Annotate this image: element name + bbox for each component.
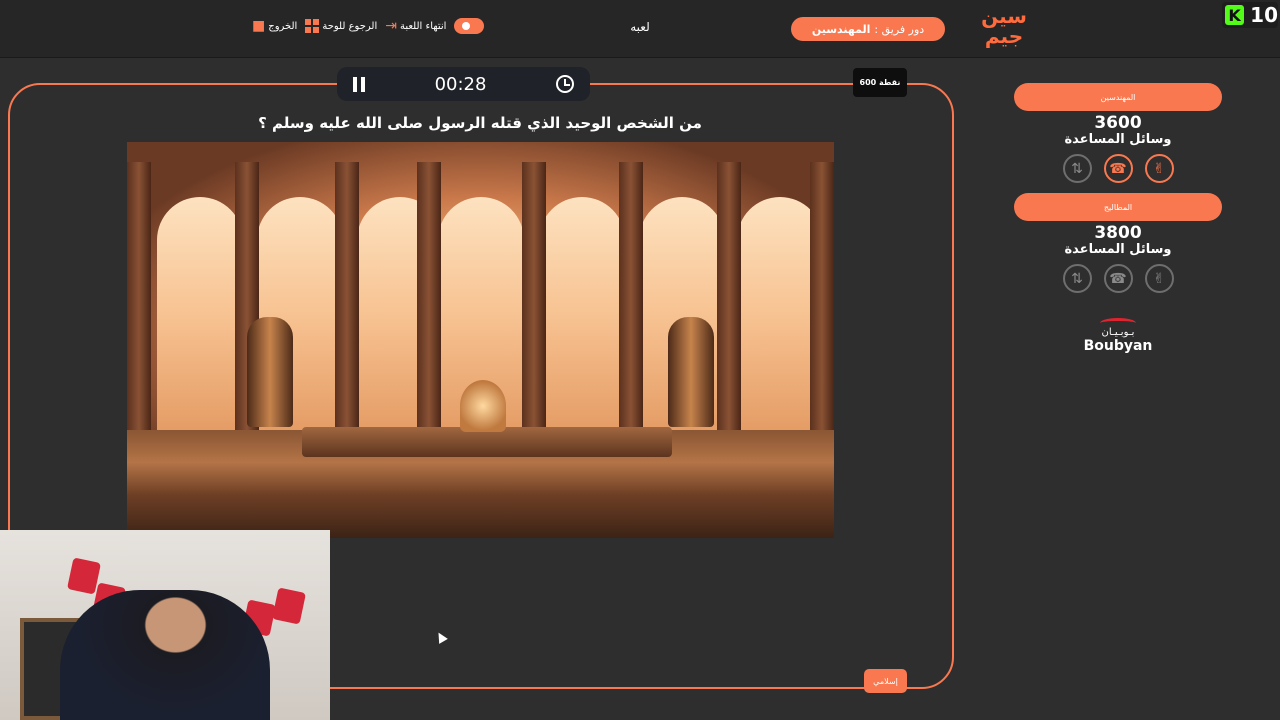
kick-viewer-badge: K 10 [1222, 2, 1278, 28]
end-game-button[interactable]: انتهاء اللعبة ⇥ [385, 19, 446, 33]
toggle-switch[interactable] [454, 18, 485, 34]
sponsor-english: Boubyan [1083, 338, 1153, 354]
category-badge: إسلامي [864, 669, 907, 693]
switch-call-icon[interactable]: ⇅ [1062, 154, 1092, 183]
arrow-right-bar-icon: ⇥ [385, 18, 397, 34]
back-to-board-label: الرجوع للوحة [322, 20, 378, 32]
exit-label: الخروج [268, 20, 298, 32]
sponsor-logo: بـوبـيـان Boubyan [1078, 318, 1158, 354]
turn-indicator: دور فريق : المهندسين [791, 17, 945, 41]
helpers-row: ⇅ ☎ ✌ [1014, 154, 1222, 183]
helpers-row: ⇅ ☎ ✌ [1014, 264, 1222, 293]
peace-hand-icon[interactable]: ✌ [1144, 264, 1174, 293]
switch-call-icon[interactable]: ⇅ [1062, 264, 1092, 293]
kick-logo-icon: K [1225, 5, 1245, 25]
team-card-2: المطاليج 3800 وسائل المساعدة ⇅ ☎ ✌ [1014, 193, 1222, 293]
peace-hand-icon[interactable]: ✌ [1144, 154, 1174, 183]
reset-timer-icon[interactable] [556, 75, 574, 93]
game-name: لعبه [630, 20, 650, 34]
back-to-board-button[interactable]: الرجوع للوحة [305, 19, 377, 33]
turn-label: دور فريق : [874, 22, 925, 36]
viewer-count: 10 [1250, 3, 1278, 27]
webcam-overlay [0, 530, 330, 720]
team-score: 3600 [1094, 113, 1142, 133]
helpers-label: وسائل المساعدة [1064, 132, 1172, 147]
app-logo: سين جيم [981, 4, 1027, 48]
points-badge: 600 نقطة [853, 68, 907, 97]
timer-bar: 00:28 [337, 67, 590, 101]
exit-button[interactable]: الخروج ■ [252, 19, 297, 33]
phone-icon[interactable]: ☎ [1103, 264, 1133, 293]
question-image [127, 142, 834, 538]
top-actions: الخروج ■ الرجوع للوحة انتهاء اللعبة ⇥ [252, 18, 485, 34]
team-card-1: المهندسين 3600 وسائل المساعدة ⇅ ☎ ✌ [1014, 83, 1222, 183]
sponsor-arabic: بـوبـيـان [1101, 327, 1135, 338]
turn-team: المهندسين [811, 22, 871, 36]
phone-icon[interactable]: ☎ [1103, 154, 1133, 183]
timer-value: 00:28 [434, 73, 487, 95]
exit-icon: ■ [252, 18, 266, 34]
question-text: من الشخص الوحيد الذي قتله الرسول صلى الل… [258, 114, 702, 132]
team-name: المهندسين [1014, 83, 1222, 111]
helpers-label: وسائل المساعدة [1064, 242, 1172, 257]
team-score: 3800 [1094, 223, 1142, 243]
end-game-label: انتهاء اللعبة [399, 20, 447, 32]
pause-icon[interactable] [353, 76, 365, 92]
team-name: المطاليج [1014, 193, 1222, 221]
top-bar: الخروج ■ الرجوع للوحة انتهاء اللعبة ⇥ لع… [0, 0, 1280, 58]
grid-icon [305, 19, 320, 33]
